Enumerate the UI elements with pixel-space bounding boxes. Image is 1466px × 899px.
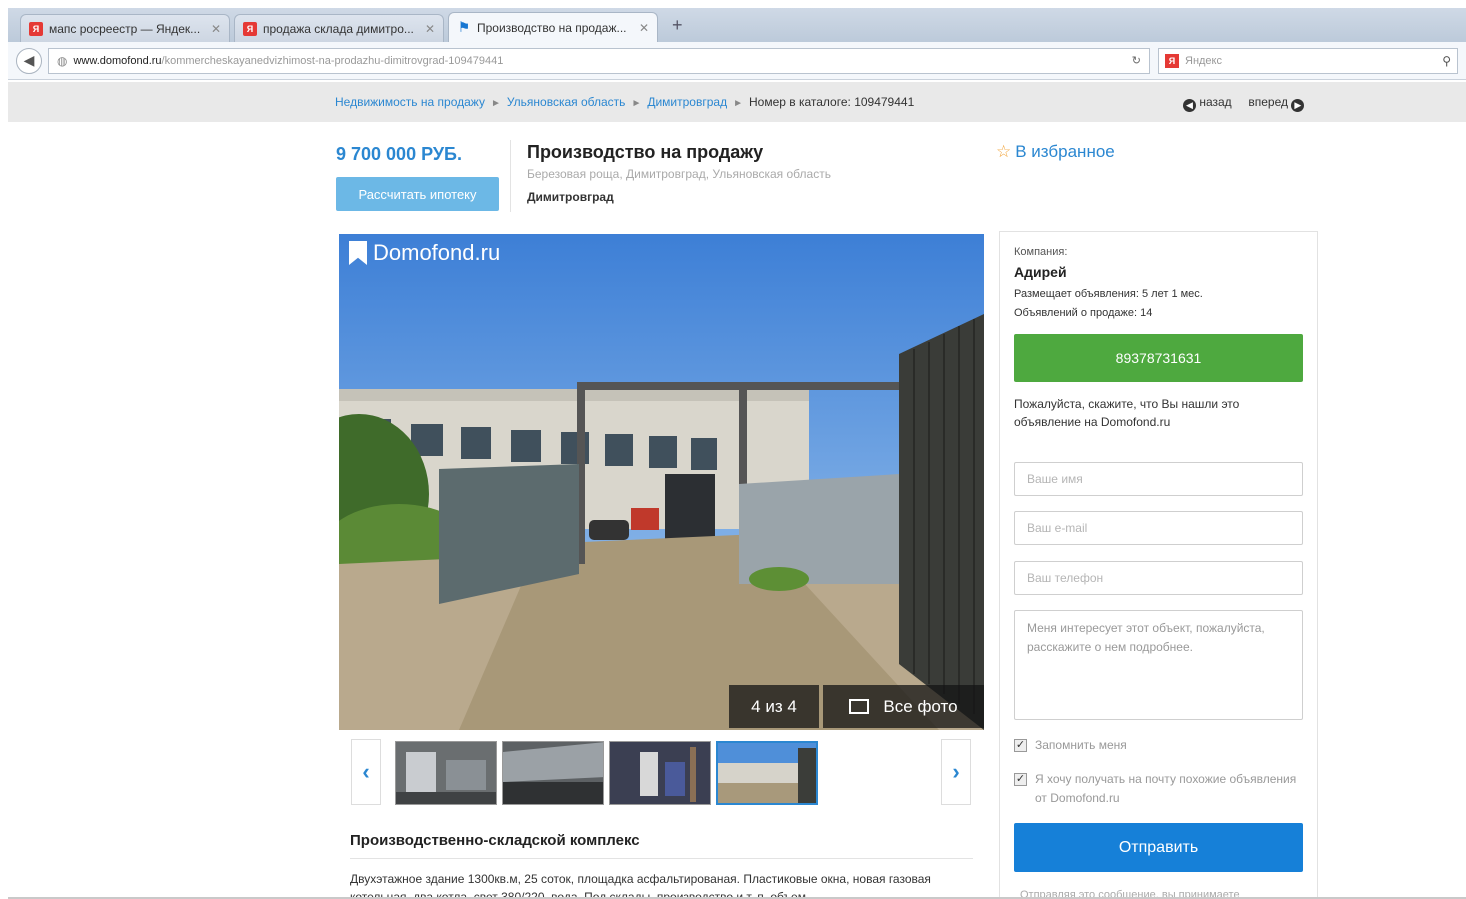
breadcrumb-separator-icon: ► (733, 98, 743, 109)
chevron-right-icon[interactable]: › (941, 739, 971, 805)
logo-text: Domofond.ru (373, 240, 501, 265)
back-link[interactable]: ◀ назад (1183, 95, 1232, 112)
browser-tab-bar: Я мапс росреестр — Яндек... ✕ Я продажа … (8, 8, 1466, 42)
company-label: Компания: (1014, 246, 1068, 258)
seller-listing-count: Объявлений о продаже: 14 (1014, 307, 1153, 319)
name-input[interactable] (1014, 462, 1303, 496)
mention-note: Пожалуйста, скажите, что Вы нашли это об… (1014, 397, 1240, 429)
subscribe-row[interactable]: ✓ Я хочу получать на почту похожие объяв… (1014, 770, 1299, 808)
new-tab-button[interactable]: + (662, 15, 693, 42)
catalog-number: Номер в каталоге: 109479441 (748, 95, 915, 109)
section-title: Производственно-складской комплекс (350, 832, 640, 849)
main-photo[interactable]: Domofond.ru 4 из 4 Все фото (339, 234, 984, 730)
city: Димитровград (527, 190, 614, 204)
bookmark-icon (349, 241, 367, 265)
mortgage-button[interactable]: Рассчитать ипотеку (336, 177, 499, 211)
all-photos-button[interactable]: Все фото (823, 685, 984, 728)
email-input[interactable] (1014, 511, 1303, 545)
close-tab-icon[interactable]: ✕ (639, 21, 649, 35)
yandex-icon: Я (1165, 53, 1179, 68)
breadcrumb-link[interactable]: Недвижимость на продажу (335, 95, 485, 109)
subscribe-label: Я хочу получать на почту похожие объявле… (1035, 772, 1297, 805)
reload-icon[interactable]: ↻ (1132, 54, 1141, 67)
arrow-left-circle-icon: ◀ (1183, 99, 1196, 112)
phone-button[interactable]: 89378731631 (1014, 334, 1303, 382)
tab-title: продажа склада димитро... (263, 21, 414, 36)
address-bar[interactable]: ◍ www.domofond.ru/kommercheskayanedvizhi… (48, 47, 1150, 74)
contact-panel: Компания: Адирей Размещает объявления: 5… (999, 231, 1318, 899)
phone-input[interactable] (1014, 561, 1303, 595)
breadcrumb-link[interactable]: Димитровград (647, 95, 727, 109)
thumbnail[interactable] (395, 741, 497, 805)
thumbnail[interactable] (609, 741, 711, 805)
image-icon (849, 699, 870, 714)
browser-tab[interactable]: Я мапс росреестр — Яндек... ✕ (20, 14, 230, 42)
tab-title: мапс росреестр — Яндек... (49, 21, 201, 36)
domofond-logo: Domofond.ru (349, 240, 500, 266)
yandex-icon: Я (29, 21, 43, 36)
description: Двухэтажное здание 1300кв.м, 25 соток, п… (350, 872, 931, 899)
globe-icon: ◍ (57, 53, 68, 68)
thumbnail-selected[interactable] (716, 741, 818, 805)
url-path: /kommercheskayanedvizhimost-na-prodazhu-… (161, 54, 504, 67)
star-icon: ☆ (996, 142, 1012, 161)
remember-me-row[interactable]: ✓ Запомнить меня (1014, 736, 1299, 755)
breadcrumb-separator-icon: ► (631, 98, 642, 109)
seller-years: Размещает объявления: 5 лет 1 мес. (1014, 288, 1203, 300)
divider (510, 140, 511, 212)
back-arrow-icon[interactable]: ◀ (16, 47, 42, 74)
search-icon[interactable]: ⚲ (1442, 54, 1451, 68)
yandex-icon: Я (243, 21, 257, 36)
arrow-right-circle-icon: ▶ (1291, 99, 1305, 112)
chevron-left-icon[interactable]: ‹ (351, 739, 381, 805)
forward-link[interactable]: вперед ▶ (1248, 95, 1305, 112)
remember-me-label: Запомнить меня (1035, 738, 1127, 752)
back-label: назад (1199, 95, 1232, 109)
breadcrumb-separator-icon: ► (490, 98, 501, 109)
breadcrumb-bar: Недвижимость на продажу ► Ульяновская обла… (8, 82, 1466, 122)
domofond-icon: ⚑ (457, 19, 471, 35)
thumbnail[interactable] (502, 741, 604, 805)
search-placeholder: Яндекс (1185, 54, 1222, 67)
breadcrumb: Недвижимость на продажу ► Ульяновская обла… (335, 95, 914, 109)
breadcrumb-link[interactable]: Ульяновская область (507, 95, 626, 109)
close-tab-icon[interactable]: ✕ (211, 22, 221, 36)
warehouse-photo (339, 234, 984, 730)
thumbnail-strip: ‹ › (339, 735, 984, 813)
photo-counter: 4 из 4 (729, 685, 819, 728)
remember-me-checkbox[interactable]: ✓ (1014, 739, 1027, 752)
close-tab-icon[interactable]: ✕ (425, 22, 435, 36)
browser-tab-active[interactable]: ⚑ Производство на продаж... ✕ (448, 12, 658, 42)
subscribe-checkbox[interactable]: ✓ (1014, 773, 1027, 786)
browser-nav-bar: ◀ ◍ www.domofond.ru/kommercheskayanedviz… (8, 42, 1466, 80)
all-photos-label: Все фото (883, 696, 958, 716)
price: 9 700 000 РУБ. (336, 144, 462, 164)
url-host: www.domofond.ru (73, 54, 162, 67)
page-title: Производство на продажу (527, 142, 764, 162)
forward-label: вперед (1248, 95, 1288, 109)
message-textarea[interactable]: Меня интересует этот объект, пожалуйста,… (1014, 610, 1303, 720)
tab-title: Производство на продаж... (477, 20, 627, 35)
seller-name: Адирей (1014, 264, 1067, 280)
browser-search-box[interactable]: Я Яндекс ⚲ (1158, 47, 1458, 74)
favorites-label: В избранное (1015, 142, 1115, 161)
address: Березовая роща, Димитровград, Ульяновска… (527, 167, 831, 181)
add-to-favorites-link[interactable]: ☆ В избранное (996, 142, 1115, 162)
send-button[interactable]: Отправить (1014, 823, 1303, 872)
divider (350, 858, 973, 859)
browser-tab[interactable]: Я продажа склада димитро... ✕ (234, 14, 444, 42)
pager-nav: ◀ назад вперед ▶ (1183, 95, 1305, 112)
